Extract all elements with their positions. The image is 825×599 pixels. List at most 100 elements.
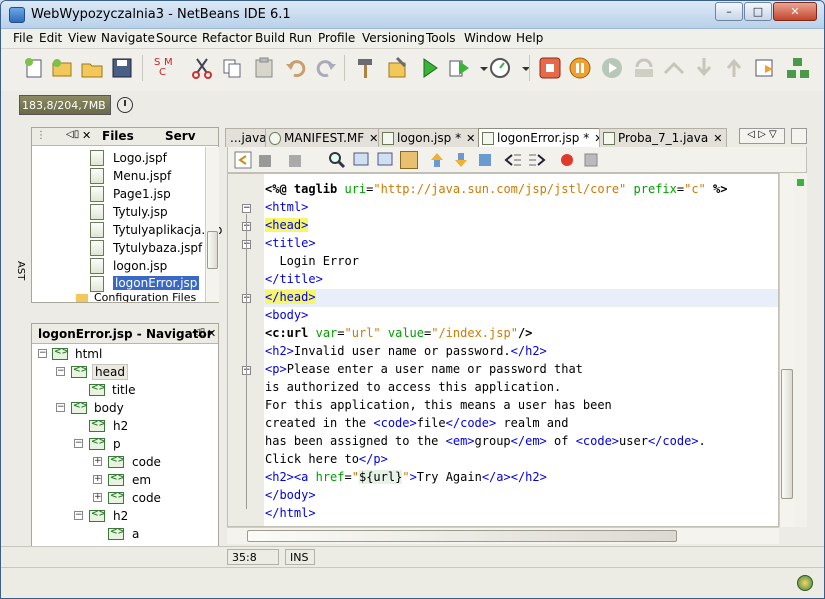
previous-bookmark-icon[interactable] (428, 151, 446, 169)
nav-node-head[interactable]: head (92, 364, 128, 380)
files-vertical-scrollbar[interactable] (205, 147, 219, 302)
tab-files[interactable]: Files (102, 129, 134, 143)
code-editor[interactable]: − − − − − <%@ taglib uri="http://java.su… (227, 173, 779, 527)
nav-node-h2[interactable]: h2 (113, 419, 128, 433)
file-logon-jsp[interactable]: logon.jsp (113, 259, 167, 273)
menu-tools[interactable]: Tools (426, 31, 456, 45)
back-icon[interactable] (234, 151, 252, 169)
expand-toggle[interactable]: + (93, 475, 102, 484)
toggle-highlight-icon[interactable] (400, 151, 418, 169)
update-notification-icon[interactable] (797, 575, 813, 591)
minimize-panel-icon[interactable]: ◁▯ (192, 327, 205, 338)
stop-macro-icon[interactable] (582, 151, 600, 169)
nav-node-html[interactable]: html (75, 347, 102, 361)
fold-toggle[interactable]: − (242, 204, 251, 213)
nav-node-body[interactable]: body (94, 401, 124, 415)
close-tab-icon[interactable]: ✕ (466, 132, 475, 145)
tab-logonerror-jsp[interactable]: logonError.jsp *✕ (478, 128, 609, 147)
build-hammer-icon[interactable] (353, 55, 379, 81)
continue-icon[interactable] (599, 55, 625, 81)
smc-icon[interactable]: SMC (151, 55, 177, 81)
collapse-toggle[interactable]: − (38, 349, 47, 358)
pause-icon[interactable] (567, 55, 593, 81)
menu-versioning[interactable]: Versioning (362, 31, 425, 45)
collapse-toggle[interactable]: − (56, 403, 65, 412)
undo-icon[interactable] (283, 55, 309, 81)
menu-file[interactable]: File (13, 31, 33, 45)
profile-icon[interactable] (487, 55, 513, 81)
redo-icon[interactable] (313, 55, 339, 81)
folder-configuration-files[interactable]: Configuration Files (94, 292, 196, 302)
scrollbar-thumb[interactable] (781, 369, 793, 499)
maximize-editor-icon[interactable] (791, 128, 807, 144)
close-tab-icon[interactable]: ✕ (369, 132, 378, 145)
minimize-panel-icon[interactable]: ◁▯ (66, 129, 79, 140)
toggle-bookmark-icon[interactable] (476, 151, 494, 169)
menu-navigate[interactable]: Navigate (101, 31, 155, 45)
shift-right-icon[interactable] (528, 151, 546, 169)
start-macro-icon[interactable] (558, 151, 576, 169)
menu-help[interactable]: Help (516, 31, 543, 45)
cut-icon[interactable] (189, 55, 215, 81)
expand-toggle[interactable]: + (93, 457, 102, 466)
memory-indicator[interactable]: 183,8/204,7MB (19, 95, 111, 115)
tab-proba-java[interactable]: Proba_7_1.java ✕ (599, 128, 728, 147)
new-file-icon[interactable] (21, 55, 47, 81)
close-button[interactable]: ✕ (773, 2, 817, 21)
expand-toggle[interactable]: + (93, 493, 102, 502)
file-tytuly-jsp[interactable]: Tytuly.jsp (113, 205, 168, 219)
tab-services[interactable]: Serv (165, 129, 196, 143)
garbage-collect-icon[interactable] (117, 97, 133, 113)
menu-source[interactable]: Source (156, 31, 197, 45)
menu-view[interactable]: View (68, 31, 96, 45)
collapse-toggle[interactable]: − (74, 511, 83, 520)
next-bookmark-icon[interactable] (452, 151, 470, 169)
copy-icon[interactable] (219, 55, 245, 81)
menu-build[interactable]: Build (255, 31, 285, 45)
nav-node-h2[interactable]: h2 (113, 509, 128, 523)
close-tab-icon[interactable]: ✕ (713, 132, 722, 145)
chevron-down-icon[interactable] (471, 55, 488, 81)
menu-window[interactable]: Window (464, 31, 511, 45)
file-tytulybaza-jspf[interactable]: Tytulybaza.jspf (113, 241, 202, 255)
editor-vertical-scrollbar[interactable] (779, 173, 794, 527)
nav-node-code[interactable]: code (132, 455, 161, 469)
menu-edit[interactable]: Edit (39, 31, 62, 45)
find-next-icon[interactable] (376, 151, 394, 169)
run-icon[interactable] (417, 55, 443, 81)
step-into-icon[interactable] (661, 55, 687, 81)
step-over-icon[interactable] (631, 55, 657, 81)
open-project-icon[interactable] (79, 55, 105, 81)
debug-icon[interactable] (447, 55, 473, 81)
file-logo-jspf[interactable]: Logo.jspf (113, 151, 167, 165)
stop-icon[interactable] (537, 55, 563, 81)
apply-code-changes-icon[interactable] (785, 55, 811, 81)
maximize-button[interactable]: □ (744, 2, 772, 21)
nav-node-a[interactable]: a (132, 527, 139, 541)
chevron-down-icon[interactable] (513, 55, 530, 81)
shift-left-icon[interactable] (504, 151, 522, 169)
step-down-icon[interactable] (691, 55, 717, 81)
nav-node-em[interactable]: em (132, 473, 151, 487)
paste-icon[interactable] (251, 55, 277, 81)
step-out-icon[interactable] (721, 55, 747, 81)
last-edit-icon[interactable] (288, 151, 306, 169)
file-logonerror-jsp[interactable]: logonError.jsp (113, 276, 200, 290)
nav-node-title[interactable]: title (112, 383, 135, 397)
run-to-cursor-icon[interactable] (753, 55, 779, 81)
collapse-toggle[interactable]: − (74, 439, 83, 448)
tab-manifest[interactable]: MANIFEST.MF ✕ (265, 128, 384, 147)
new-project-icon[interactable] (49, 55, 75, 81)
file-page1-jsp[interactable]: Page1.jsp (113, 187, 171, 201)
collapse-toggle[interactable]: − (56, 367, 65, 376)
file-menu-jspf[interactable]: Menu.jspf (113, 169, 171, 183)
editor-horizontal-scrollbar[interactable] (227, 527, 779, 544)
menu-refactor[interactable]: Refactor (202, 31, 252, 45)
menu-run[interactable]: Run (289, 31, 312, 45)
nav-node-code[interactable]: code (132, 491, 161, 505)
menu-profile[interactable]: Profile (318, 31, 355, 45)
nav-node-p[interactable]: p (113, 437, 121, 451)
tab-scroll-arrows[interactable]: ◁ ▷ ▽ (739, 128, 785, 144)
drag-handle-icon[interactable]: ⋮ (36, 130, 46, 141)
minimize-button[interactable]: – (715, 2, 743, 21)
